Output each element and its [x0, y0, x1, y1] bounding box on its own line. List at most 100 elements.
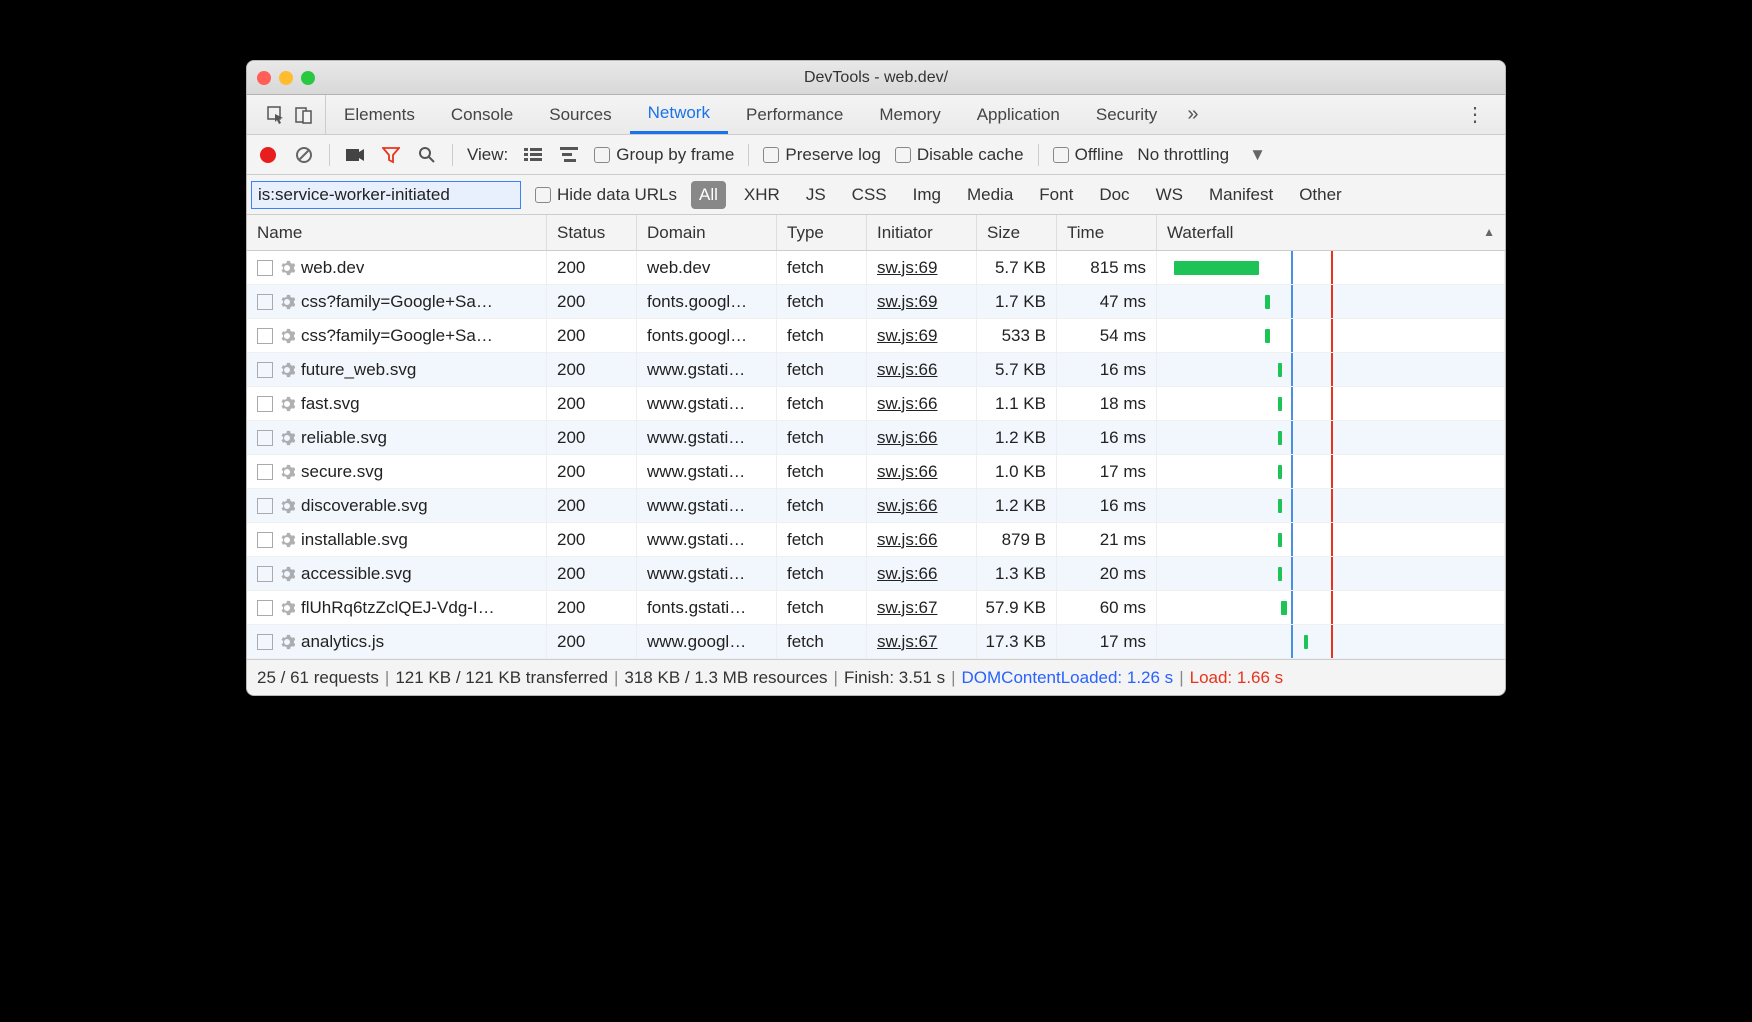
record-button[interactable]	[257, 144, 279, 166]
table-row[interactable]: reliable.svg200www.gstati…fetchsw.js:661…	[247, 421, 1505, 455]
col-size[interactable]: Size	[977, 215, 1057, 250]
row-checkbox[interactable]	[257, 362, 273, 378]
camera-icon[interactable]	[344, 144, 366, 166]
table-row[interactable]: css?family=Google+Sa…200fonts.googl…fetc…	[247, 319, 1505, 353]
request-initiator[interactable]: sw.js:69	[877, 326, 937, 346]
request-status: 200	[547, 387, 637, 420]
request-size: 1.3 KB	[977, 557, 1057, 590]
group-by-frame-checkbox[interactable]: Group by frame	[594, 145, 734, 165]
row-checkbox[interactable]	[257, 634, 273, 650]
kebab-menu-icon[interactable]: ⋮	[1453, 102, 1497, 127]
row-checkbox[interactable]	[257, 498, 273, 514]
table-row[interactable]: future_web.svg200www.gstati…fetchsw.js:6…	[247, 353, 1505, 387]
filter-type-xhr[interactable]: XHR	[736, 181, 788, 209]
tab-network[interactable]: Network	[630, 95, 728, 134]
table-row[interactable]: analytics.js200www.googl…fetchsw.js:6717…	[247, 625, 1505, 659]
table-row[interactable]: discoverable.svg200www.gstati…fetchsw.js…	[247, 489, 1505, 523]
filter-type-css[interactable]: CSS	[844, 181, 895, 209]
request-status: 200	[547, 285, 637, 318]
request-initiator[interactable]: sw.js:69	[877, 258, 937, 278]
table-row[interactable]: web.dev200web.devfetchsw.js:695.7 KB815 …	[247, 251, 1505, 285]
row-checkbox[interactable]	[257, 328, 273, 344]
hide-data-urls-checkbox[interactable]: Hide data URLs	[535, 185, 677, 205]
col-waterfall[interactable]: Waterfall▲	[1157, 215, 1505, 250]
large-rows-icon[interactable]	[522, 144, 544, 166]
table-row[interactable]: flUhRq6tzZclQEJ-Vdg-I…200fonts.gstati…fe…	[247, 591, 1505, 625]
request-initiator[interactable]: sw.js:67	[877, 598, 937, 618]
request-initiator[interactable]: sw.js:66	[877, 530, 937, 550]
request-size: 1.2 KB	[977, 421, 1057, 454]
request-initiator[interactable]: sw.js:69	[877, 292, 937, 312]
request-type: fetch	[777, 319, 867, 352]
more-tabs-icon[interactable]: »	[1179, 103, 1206, 126]
request-time: 17 ms	[1057, 455, 1157, 488]
row-checkbox[interactable]	[257, 396, 273, 412]
filter-type-all[interactable]: All	[691, 181, 726, 209]
filter-type-media[interactable]: Media	[959, 181, 1021, 209]
filter-type-manifest[interactable]: Manifest	[1201, 181, 1281, 209]
request-initiator[interactable]: sw.js:66	[877, 360, 937, 380]
tab-elements[interactable]: Elements	[326, 95, 433, 134]
gear-icon	[279, 260, 295, 276]
search-icon[interactable]	[416, 144, 438, 166]
tab-console[interactable]: Console	[433, 95, 531, 134]
request-initiator[interactable]: sw.js:66	[877, 564, 937, 584]
table-row[interactable]: accessible.svg200www.gstati…fetchsw.js:6…	[247, 557, 1505, 591]
col-time[interactable]: Time	[1057, 215, 1157, 250]
gear-icon	[279, 294, 295, 310]
request-type: fetch	[777, 387, 867, 420]
col-type[interactable]: Type	[777, 215, 867, 250]
row-checkbox[interactable]	[257, 294, 273, 310]
tab-application[interactable]: Application	[959, 95, 1078, 134]
request-name: fast.svg	[301, 394, 360, 414]
preserve-log-checkbox[interactable]: Preserve log	[763, 145, 880, 165]
clear-button[interactable]	[293, 144, 315, 166]
table-row[interactable]: css?family=Google+Sa…200fonts.googl…fetc…	[247, 285, 1505, 319]
table-row[interactable]: installable.svg200www.gstati…fetchsw.js:…	[247, 523, 1505, 557]
tab-security[interactable]: Security	[1078, 95, 1175, 134]
offline-checkbox[interactable]: Offline	[1053, 145, 1124, 165]
request-name: secure.svg	[301, 462, 383, 482]
row-checkbox[interactable]	[257, 464, 273, 480]
filter-type-doc[interactable]: Doc	[1091, 181, 1137, 209]
filter-type-other[interactable]: Other	[1291, 181, 1350, 209]
waterfall-cell	[1167, 251, 1494, 284]
col-domain[interactable]: Domain	[637, 215, 777, 250]
tab-sources[interactable]: Sources	[531, 95, 629, 134]
row-checkbox[interactable]	[257, 430, 273, 446]
tab-memory[interactable]: Memory	[861, 95, 958, 134]
row-checkbox[interactable]	[257, 532, 273, 548]
col-name[interactable]: Name	[247, 215, 547, 250]
request-time: 815 ms	[1057, 251, 1157, 284]
overview-icon[interactable]	[558, 144, 580, 166]
table-row[interactable]: fast.svg200www.gstati…fetchsw.js:661.1 K…	[247, 387, 1505, 421]
filter-type-img[interactable]: Img	[905, 181, 949, 209]
request-initiator[interactable]: sw.js:66	[877, 428, 937, 448]
tab-performance[interactable]: Performance	[728, 95, 861, 134]
filter-type-ws[interactable]: WS	[1148, 181, 1191, 209]
filter-type-font[interactable]: Font	[1031, 181, 1081, 209]
waterfall-cell	[1167, 387, 1494, 420]
request-initiator[interactable]: sw.js:66	[877, 394, 937, 414]
inspect-icon[interactable]	[265, 104, 287, 126]
waterfall-cell	[1167, 353, 1494, 386]
request-initiator[interactable]: sw.js:66	[877, 496, 937, 516]
disable-cache-checkbox[interactable]: Disable cache	[895, 145, 1024, 165]
row-checkbox[interactable]	[257, 600, 273, 616]
filter-input[interactable]	[251, 181, 521, 209]
device-icon[interactable]	[293, 104, 315, 126]
table-row[interactable]: secure.svg200www.gstati…fetchsw.js:661.0…	[247, 455, 1505, 489]
request-initiator[interactable]: sw.js:67	[877, 632, 937, 652]
throttling-select[interactable]: No throttling▼	[1137, 145, 1266, 165]
row-checkbox[interactable]	[257, 566, 273, 582]
request-status: 200	[547, 455, 637, 488]
row-checkbox[interactable]	[257, 260, 273, 276]
request-size: 1.1 KB	[977, 387, 1057, 420]
col-status[interactable]: Status	[547, 215, 637, 250]
request-initiator[interactable]: sw.js:66	[877, 462, 937, 482]
col-initiator[interactable]: Initiator	[867, 215, 977, 250]
filter-type-js[interactable]: JS	[798, 181, 834, 209]
request-size: 1.0 KB	[977, 455, 1057, 488]
filter-icon[interactable]	[380, 144, 402, 166]
gear-icon	[279, 566, 295, 582]
